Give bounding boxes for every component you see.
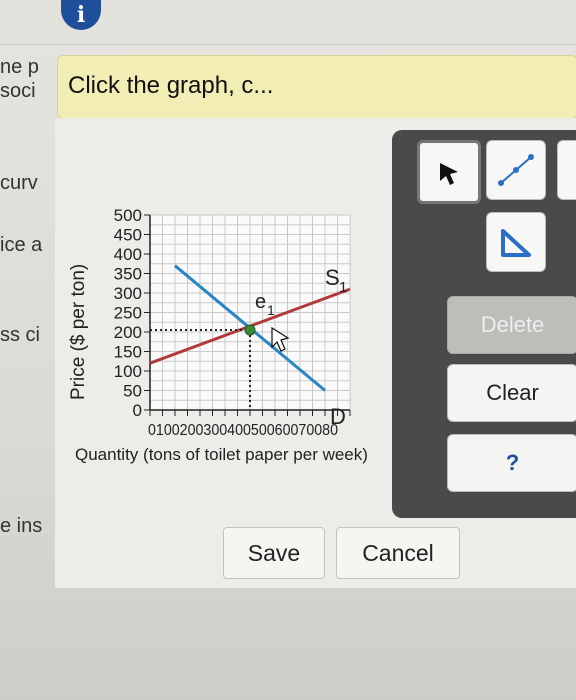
pointer-tool[interactable]: [417, 140, 481, 204]
y-tick-label: 300: [114, 284, 142, 303]
help-button[interactable]: ?: [447, 434, 576, 492]
y-axis-label: Price ($ per ton): [68, 263, 89, 400]
y-tick-label: 250: [114, 304, 142, 323]
cancel-button[interactable]: Cancel: [336, 527, 460, 579]
y-tick-label: 0: [133, 401, 142, 420]
y-tick-label: 500: [114, 206, 142, 225]
x-tick-labels: 010020030040050060070080: [148, 422, 338, 439]
x-end-label: D: [330, 404, 346, 429]
y-tick-label: 100: [114, 362, 142, 381]
y-tick-label: 450: [114, 226, 142, 245]
y-tick-label: 350: [114, 265, 142, 284]
equilibrium-subscript: 1: [267, 302, 275, 318]
y-tick-label: 400: [114, 245, 142, 264]
save-button[interactable]: Save: [223, 527, 325, 579]
clear-button[interactable]: Clear: [447, 364, 576, 422]
arrow-cursor-icon: [440, 163, 458, 185]
triangle-tool[interactable]: [486, 212, 546, 272]
y-tick-label: 50: [123, 382, 142, 401]
extra-tool[interactable]: [557, 140, 576, 200]
y-tick-label: 200: [114, 323, 142, 342]
supply-label: S: [325, 265, 340, 290]
supply-subscript: 1: [339, 279, 347, 296]
y-tick-label: 150: [114, 343, 142, 362]
x-axis-label: Quantity (tons of toilet paper per week): [75, 445, 368, 464]
equilibrium-point: [244, 324, 256, 336]
equilibrium-label: e: [255, 291, 266, 313]
line-tool[interactable]: [486, 140, 546, 200]
delete-button[interactable]: Delete: [447, 296, 576, 354]
triangle-icon: [501, 229, 531, 257]
line-draw-icon: [498, 154, 534, 186]
